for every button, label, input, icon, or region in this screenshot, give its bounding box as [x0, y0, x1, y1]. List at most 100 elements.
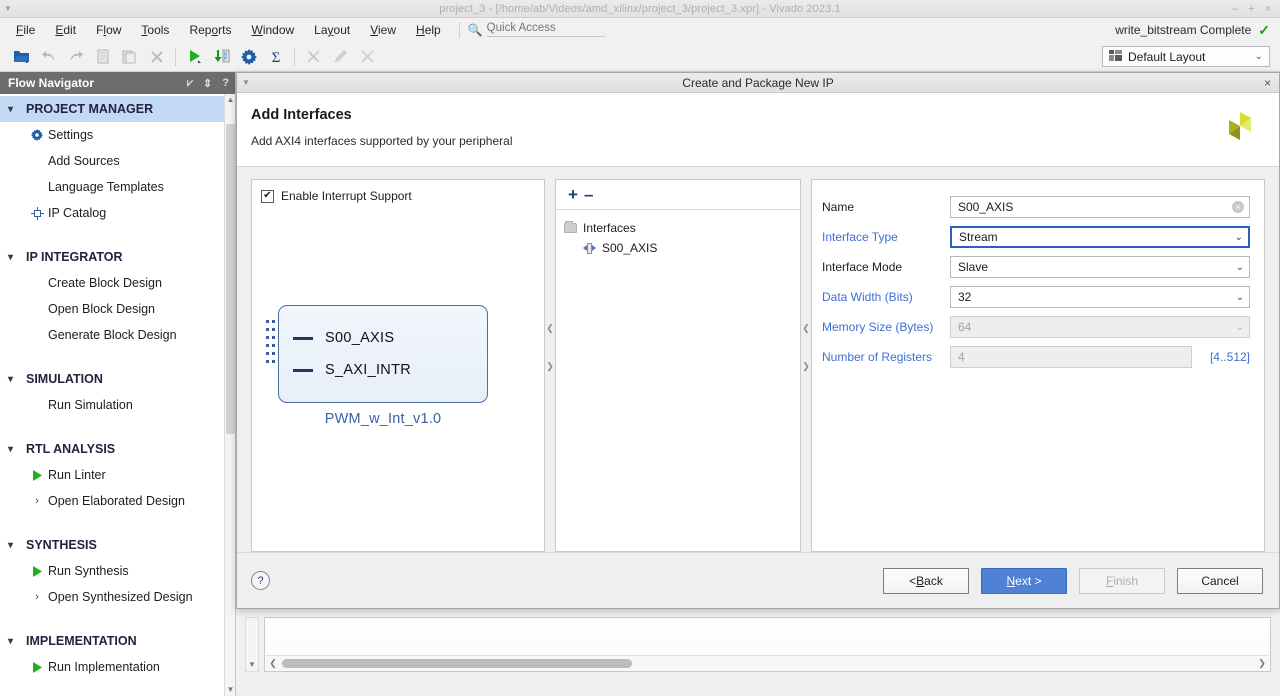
select-data-width-bits[interactable]: 32 ⌄: [950, 286, 1250, 308]
sidebar-section-label: PROJECT MANAGER: [26, 102, 154, 116]
chevron-down-icon[interactable]: ⌄: [1231, 232, 1243, 243]
scroll-right-arrow-icon[interactable]: ❯: [1255, 658, 1269, 669]
select-interface-mode[interactable]: Slave ⌄: [950, 256, 1250, 278]
splitter-expand-right-icon[interactable]: ❯: [545, 361, 555, 372]
sidebar-item-generate-block-design[interactable]: Generate Block Design: [0, 322, 235, 348]
scrollbar-thumb[interactable]: [282, 658, 632, 668]
panel-splitter-right[interactable]: ❮ ❯: [801, 179, 811, 552]
remove-interface-button[interactable]: –: [584, 186, 593, 203]
no-route-icon[interactable]: [300, 44, 327, 70]
copy-icon[interactable]: [89, 44, 116, 70]
settings-gear-icon[interactable]: [235, 44, 262, 70]
tree-node-interfaces[interactable]: Interfaces: [564, 218, 800, 238]
sidebar-item-add-sources[interactable]: Add Sources: [0, 148, 235, 174]
window-maximize-button[interactable]: +: [1248, 3, 1254, 15]
play-icon: [26, 469, 48, 481]
open-project-icon[interactable]: [8, 44, 35, 70]
chevron-down-icon[interactable]: ▾: [8, 252, 26, 263]
window-close-button[interactable]: ×: [1265, 3, 1271, 15]
undo-icon[interactable]: [35, 44, 62, 70]
sidebar-item-create-block-design[interactable]: Create Block Design: [0, 270, 235, 296]
sidebar-section-project-manager[interactable]: ▾ PROJECT MANAGER: [0, 96, 235, 122]
tree-node-s00-axis[interactable]: S00_AXIS: [564, 238, 800, 258]
sidebar-item-run-linter[interactable]: Run Linter: [0, 462, 235, 488]
splitter-collapse-left-icon[interactable]: ❮: [801, 323, 811, 334]
workarea-scroll-down-icon[interactable]: ▼: [246, 660, 258, 669]
chevron-down-icon[interactable]: ⌄: [1232, 262, 1244, 273]
quick-access[interactable]: 🔍: [468, 22, 605, 38]
splitter-expand-right-icon[interactable]: ❯: [801, 361, 811, 372]
chevron-down-icon[interactable]: ⌄: [1232, 292, 1244, 303]
window-menu-caret-icon[interactable]: ▼: [0, 4, 16, 13]
cancel-button[interactable]: Cancel: [1177, 567, 1263, 594]
flow-navigator-scrollbar[interactable]: ▲ ▼: [224, 94, 235, 696]
add-interface-button[interactable]: +: [568, 186, 578, 203]
menu-view[interactable]: View: [360, 20, 406, 40]
enable-interrupt-support-row[interactable]: ✔ Enable Interrupt Support: [252, 180, 544, 203]
help-icon[interactable]: ?: [251, 571, 270, 590]
sidebar-item-language-templates[interactable]: Language Templates: [0, 174, 235, 200]
interfaces-tree-panel: + – Interfaces S00_AXIS: [555, 179, 801, 552]
window-minimize-button[interactable]: –: [1232, 3, 1238, 15]
clear-icon[interactable]: ×: [1232, 201, 1244, 213]
scroll-down-arrow-icon[interactable]: ▼: [225, 684, 235, 696]
chevron-down-icon[interactable]: ▾: [8, 636, 26, 647]
scroll-left-arrow-icon[interactable]: ❮: [266, 658, 280, 669]
splitter-collapse-left-icon[interactable]: ❮: [545, 323, 555, 334]
interface-properties-panel: Name S00_AXIS × Interface Type Stream ⌄ Interf…: [811, 179, 1265, 552]
menu-reports[interactable]: Reports: [179, 20, 241, 40]
scrollbar-track[interactable]: [280, 656, 1255, 671]
sidebar-section-ip-integrator[interactable]: ▾ IP INTEGRATOR: [0, 244, 235, 270]
menu-edit[interactable]: Edit: [45, 20, 86, 40]
workarea-horizontal-scrollbar[interactable]: ❮ ❯: [266, 655, 1269, 670]
menu-window[interactable]: Window: [241, 20, 304, 40]
sidebar-section-implementation[interactable]: ▾ IMPLEMENTATION: [0, 628, 235, 654]
sidebar-item-open-block-design[interactable]: Open Block Design: [0, 296, 235, 322]
chevron-down-icon[interactable]: ⌄: [1232, 322, 1244, 333]
sidebar-section-simulation[interactable]: ▾ SIMULATION: [0, 366, 235, 392]
close-x-icon[interactable]: [143, 44, 170, 70]
next-button[interactable]: Next >: [981, 567, 1067, 594]
no-edit-icon[interactable]: [327, 44, 354, 70]
redo-icon[interactable]: [62, 44, 89, 70]
chevron-down-icon[interactable]: ▾: [8, 444, 26, 455]
sidebar-item-ip-catalog[interactable]: IP Catalog: [0, 200, 235, 226]
sigma-report-icon[interactable]: Σ: [262, 44, 289, 70]
collapse-all-icon[interactable]: ⩗: [187, 77, 193, 90]
select-interface-type[interactable]: Stream ⌄: [950, 226, 1250, 248]
dialog-close-button[interactable]: ×: [1264, 76, 1279, 90]
chevron-down-icon[interactable]: ▾: [8, 374, 26, 385]
scrollbar-thumb[interactable]: [226, 124, 235, 434]
sidebar-item-settings[interactable]: Settings: [0, 122, 235, 148]
sidebar-item-run-implementation[interactable]: Run Implementation: [0, 654, 235, 680]
select-memory-size-bytes: 64 ⌄: [950, 316, 1250, 338]
input-name[interactable]: S00_AXIS ×: [950, 196, 1250, 218]
sidebar-section-rtl-analysis[interactable]: ▾ RTL ANALYSIS: [0, 436, 235, 462]
layout-selector[interactable]: Default Layout ⌄: [1102, 46, 1270, 67]
sidebar-group-spacer: [0, 226, 235, 244]
sidebar-item-open-elaborated-design[interactable]: › Open Elaborated Design: [0, 488, 235, 514]
sidebar-item-run-synthesis[interactable]: Run Synthesis: [0, 558, 235, 584]
help-icon[interactable]: ?: [222, 77, 229, 89]
menu-help[interactable]: Help: [406, 20, 451, 40]
menu-flow[interactable]: Flow: [86, 20, 131, 40]
expand-all-icon[interactable]: ⇕: [203, 77, 212, 90]
quick-access-input[interactable]: [486, 22, 605, 37]
panel-splitter-left[interactable]: ❮ ❯: [545, 179, 555, 552]
chevron-down-icon[interactable]: ▾: [8, 540, 26, 551]
menu-layout[interactable]: Layout: [304, 20, 360, 40]
cut-icon[interactable]: [354, 44, 381, 70]
chevron-down-icon[interactable]: ▾: [8, 104, 26, 115]
paste-icon[interactable]: [116, 44, 143, 70]
sidebar-section-synthesis[interactable]: ▾ SYNTHESIS: [0, 532, 235, 558]
play-icon: [26, 565, 48, 577]
scroll-up-arrow-icon[interactable]: ▲: [225, 94, 235, 106]
menu-file[interactable]: File: [6, 20, 45, 40]
run-play-icon[interactable]: [181, 44, 208, 70]
sidebar-item-open-synthesized-design[interactable]: › Open Synthesized Design: [0, 584, 235, 610]
menu-tools[interactable]: Tools: [131, 20, 179, 40]
back-button[interactable]: < Back: [883, 567, 969, 594]
sidebar-item-run-simulation[interactable]: Run Simulation: [0, 392, 235, 418]
enable-interrupt-support-checkbox[interactable]: ✔: [261, 189, 274, 203]
program-device-icon[interactable]: [208, 44, 235, 70]
